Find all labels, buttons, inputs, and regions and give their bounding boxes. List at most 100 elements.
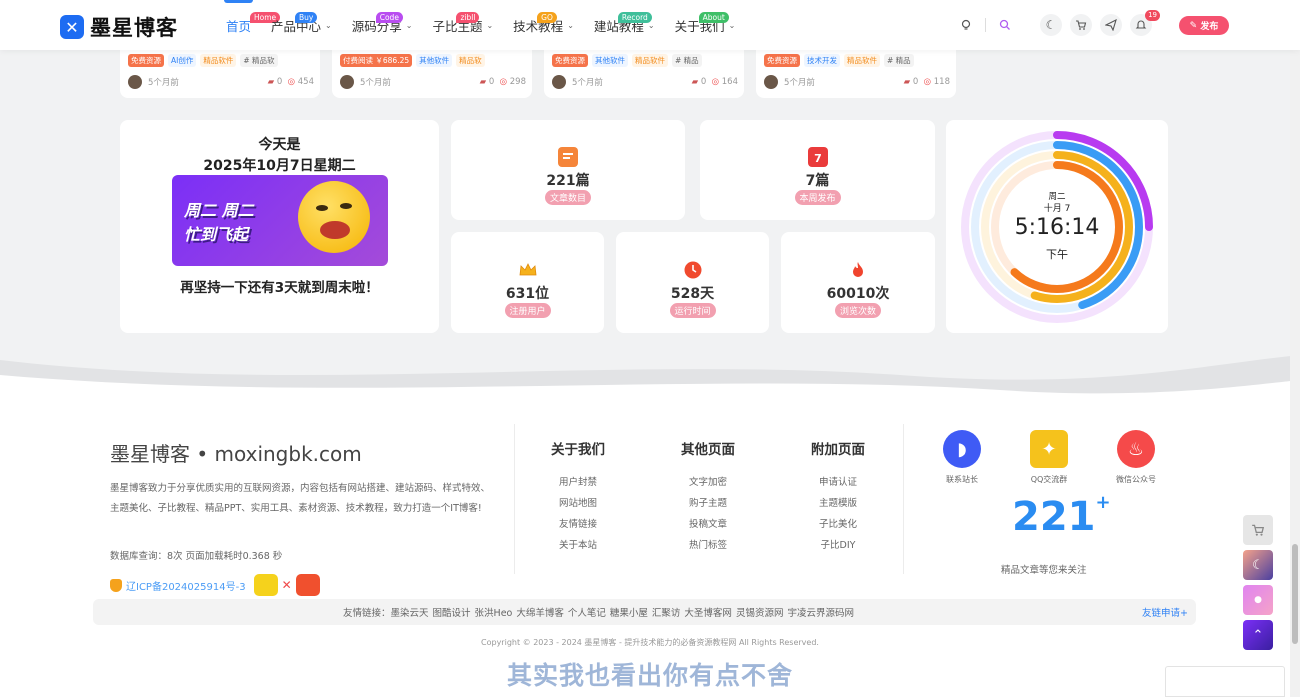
nav-item[interactable]: 建站教程 Record ⌄ (594, 0, 655, 50)
friend-link[interactable]: 图酷设计 (433, 608, 471, 619)
tag[interactable]: 其他软件 (416, 54, 453, 67)
view-icon: ◎ (711, 77, 720, 87)
nav-item[interactable]: 源码分享 Code ⌄ (352, 0, 413, 50)
card-tags: 付费阅读 ￥686.25 其他软件 精品软 (340, 54, 526, 67)
card-time: 5个月前 (360, 78, 391, 88)
tag[interactable]: AI创作 (168, 54, 197, 67)
footer-link[interactable]: 友情链接 (533, 514, 623, 535)
footer-site-title: 墨星博客 • moxingbk.com (110, 442, 362, 466)
footer-link[interactable]: 投稿文章 (663, 514, 753, 535)
nav-badge: About (698, 12, 729, 23)
float-dark-mode-button[interactable]: ☾ (1243, 550, 1273, 580)
tag[interactable]: 其他软件 (592, 54, 628, 67)
clock-ampm: 下午 (1046, 248, 1068, 261)
article-card[interactable]: 免费资源 其他软件 精品软件 # 精品 5个月前 ▰ 0 ◎ 164 (544, 50, 744, 98)
tag[interactable]: 精品软件 (200, 54, 237, 67)
friend-link[interactable]: 大圣博客网 (684, 608, 732, 619)
tag[interactable]: 免费资源 (764, 54, 800, 67)
footer-link[interactable]: 网站地图 (533, 493, 623, 514)
friend-link[interactable]: 张洪Heo (475, 608, 513, 619)
site-logo[interactable]: ✕ 墨星博客 (60, 12, 178, 42)
tag[interactable]: 免费资源 (552, 54, 588, 67)
search-icon[interactable] (994, 14, 1016, 36)
nav-badge: GO (537, 12, 557, 23)
scrollbar-thumb[interactable] (1292, 544, 1298, 644)
notification-count: 19 (1145, 10, 1160, 21)
bell-icon[interactable]: 19 (1130, 10, 1160, 36)
stat-articles-value: 221篇 (546, 173, 590, 189)
chevron-down-icon: ⌄ (325, 20, 332, 30)
article-card[interactable]: 免费资源 AI创作 精品软件 # 精品软 5个月前 ▰ 0 ◎ 454 (120, 50, 320, 98)
chevron-down-icon: ⌄ (728, 20, 736, 30)
dark-mode-icon[interactable]: ☾ (1040, 14, 1062, 36)
tag[interactable]: 精品软 (456, 54, 485, 67)
nav-item[interactable]: 首页 Home (223, 0, 281, 50)
scrollbar[interactable] (1290, 0, 1300, 697)
card-meta: 5个月前 ▰ 0 ◎ 118 (764, 74, 950, 90)
nav-item[interactable]: 技术教程 GO ⌄ (513, 0, 574, 50)
tag[interactable]: 技术开发 (804, 54, 840, 67)
social-link[interactable]: ✦ QQ交流群 (1019, 430, 1079, 485)
social-link[interactable]: ♨ 微信公众号 (1106, 430, 1166, 485)
article-card[interactable]: 免费资源 技术开发 精品软件 # 精品 5个月前 ▰ 0 ◎ 118 (756, 50, 956, 98)
footer-link[interactable]: 关于本站 (533, 535, 623, 556)
cart-icon[interactable] (1070, 14, 1092, 36)
nav-badge: Record (617, 12, 652, 23)
float-cart-button[interactable] (1243, 515, 1273, 545)
avatar[interactable] (764, 75, 778, 89)
friend-link[interactable]: 灵锡资源网 (736, 608, 784, 619)
chevron-down-icon: ⌄ (405, 20, 413, 30)
comment-icon: ▰ (479, 77, 487, 87)
avatar[interactable] (128, 75, 142, 89)
view-icon: ◎ (923, 77, 932, 87)
footer-link[interactable]: 热门标签 (663, 535, 753, 556)
publish-button[interactable]: ✎ 发布 (1179, 16, 1229, 35)
tag[interactable]: 付费阅读 ￥686.25 (340, 54, 413, 67)
tag[interactable]: 精品软件 (844, 54, 880, 67)
friend-link[interactable]: 大绵羊博客 (516, 608, 564, 619)
footer-link[interactable]: 主题模版 (793, 493, 883, 514)
float-bubble-button[interactable]: ● (1243, 585, 1273, 615)
nav-item[interactable]: 子比主题 zibll ⌄ (432, 0, 493, 50)
friend-link[interactable]: 糖果小屋 (610, 608, 648, 619)
avatar[interactable] (340, 75, 354, 89)
footer-link[interactable]: 子比美化 (793, 514, 883, 535)
comment-count: 0 (276, 77, 283, 87)
card-meta: 5个月前 ▰ 0 ◎ 454 (128, 74, 314, 90)
social-label: 联系站长 (946, 475, 978, 484)
tag[interactable]: # 精品软 (240, 54, 278, 67)
footer-link[interactable]: 文字加密 (663, 472, 753, 493)
avatar[interactable] (552, 75, 566, 89)
lightbulb-icon[interactable] (955, 14, 977, 36)
footer-link[interactable]: 子比DIY (793, 535, 883, 556)
friend-link[interactable]: 宇凌云界源码网 (787, 608, 854, 619)
comment-icon: ▰ (267, 77, 275, 87)
footer-column-title: 其他页面 (681, 442, 735, 458)
qq-group-icon: ✦ (1030, 430, 1068, 468)
article-card[interactable]: 付费阅读 ￥686.25 其他软件 精品软 5个月前 ▰ 0 ◎ 298 (332, 50, 532, 98)
icp-record[interactable]: 辽ICP备2024025914号-3 ✕ (110, 574, 320, 596)
footer-column: 关于我们用户封禁 网站地图 友情链接 关于本站 (533, 438, 623, 556)
mini-preview (1165, 666, 1285, 697)
tag[interactable]: 免费资源 (128, 54, 164, 67)
stat-week-value: 7篇 (805, 173, 830, 189)
apply-link-button[interactable]: 友链申请+ (1142, 605, 1188, 619)
tag[interactable]: # 精品 (884, 54, 914, 67)
footer-column-title: 附加页面 (811, 442, 865, 458)
nav-item[interactable]: 关于我们 About ⌄ (675, 0, 736, 50)
back-to-top-button[interactable]: ⌃ (1243, 620, 1273, 650)
friend-link[interactable]: 汇聚访 (652, 608, 681, 619)
nav-item[interactable]: 产品中心 Buy ⌄ (271, 0, 332, 50)
footer-column-title: 关于我们 (551, 442, 605, 458)
friend-link[interactable]: 个人笔记 (568, 608, 606, 619)
social-link[interactable]: ◗ 联系站长 (932, 430, 992, 485)
stat-runtime-value: 528天 (670, 286, 715, 302)
tag[interactable]: # 精品 (672, 54, 702, 67)
tag[interactable]: 精品软件 (632, 54, 668, 67)
stat-views: 60010次 浏览次数 (781, 232, 935, 333)
friend-link[interactable]: 墨染云天 (391, 608, 429, 619)
footer-link[interactable]: 用户封禁 (533, 472, 623, 493)
footer-link[interactable]: 购子主题 (663, 493, 753, 514)
footer-link[interactable]: 申请认证 (793, 472, 883, 493)
send-icon[interactable] (1100, 14, 1122, 36)
